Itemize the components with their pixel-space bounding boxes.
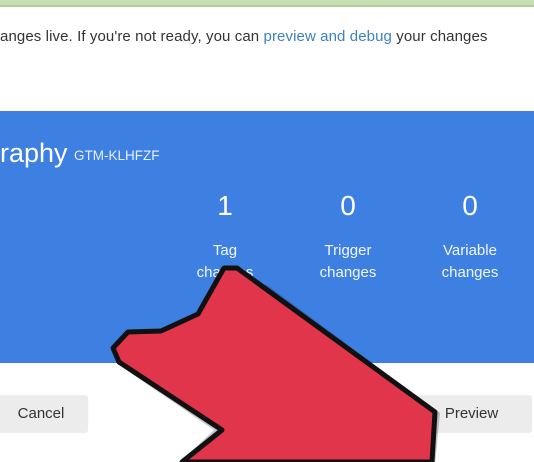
trigger-changes-label-line1: Trigger bbox=[324, 242, 372, 259]
trigger-changes-count: 0 bbox=[340, 190, 356, 221]
top-accent-bar bbox=[0, 0, 534, 7]
tag-changes-label-line2: changes bbox=[196, 264, 254, 281]
variable-changes-count: 0 bbox=[462, 190, 478, 221]
preview-button[interactable]: Preview bbox=[411, 395, 532, 432]
trigger-changes-label: Trigger changes bbox=[293, 240, 403, 284]
tag-changes-label: Tag changes bbox=[170, 240, 280, 284]
publish-info-text: anges live. If you're not ready, you can… bbox=[0, 28, 534, 45]
variable-changes-label-line2: changes bbox=[441, 264, 499, 281]
variable-changes-label: Variable changes bbox=[415, 240, 525, 284]
container-id: GTM-KLHFZF bbox=[74, 148, 160, 163]
info-text-suffix: your changes bbox=[391, 28, 488, 45]
trigger-changes-label-line2: changes bbox=[319, 264, 377, 281]
container-name: raphy bbox=[0, 138, 68, 168]
tag-changes-label-line1: Tag bbox=[212, 242, 238, 259]
info-text-prefix: anges live. If you're not ready, you can bbox=[0, 28, 264, 45]
tag-changes-count: 1 bbox=[217, 190, 233, 221]
preview-debug-link[interactable]: preview and debug bbox=[264, 28, 392, 45]
trigger-changes-stat: 0 Trigger changes bbox=[293, 190, 403, 290]
variable-changes-label-line1: Variable bbox=[443, 242, 497, 259]
variable-changes-stat: 0 Variable changes bbox=[415, 190, 525, 290]
publish-dialog: anges live. If you're not ready, you can… bbox=[0, 0, 534, 462]
cancel-button[interactable]: Cancel bbox=[0, 395, 88, 432]
tag-changes-stat: 1 Tag changes bbox=[170, 190, 280, 290]
